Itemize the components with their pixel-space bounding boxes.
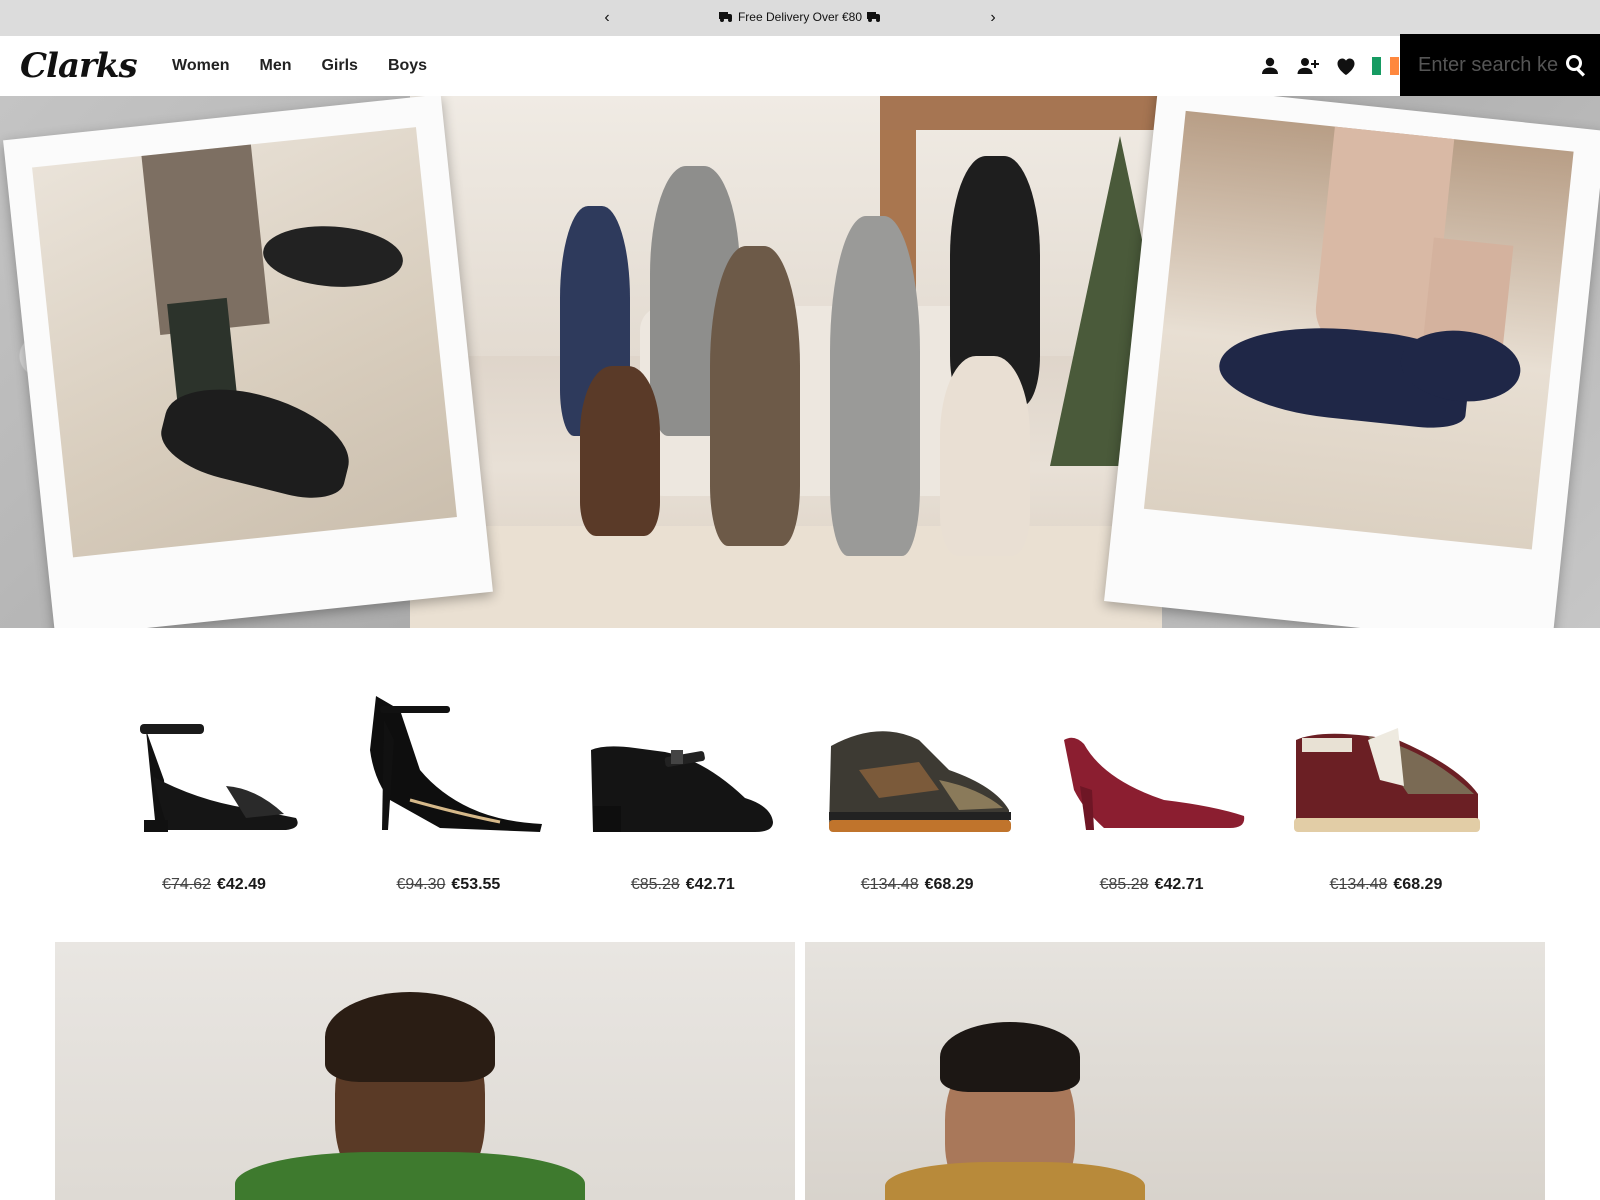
- product-card[interactable]: €85.28 €42.71: [585, 690, 781, 910]
- hero-banner[interactable]: [0, 96, 1600, 628]
- sale-price: €68.29: [924, 876, 974, 893]
- product-price: €85.28 €42.71: [585, 876, 781, 894]
- burgundy-kitten-heel-image: [1063, 737, 1244, 830]
- mens-banner[interactable]: [805, 942, 1545, 1200]
- clarks-logo[interactable]: Clarks: [20, 48, 138, 84]
- search-input[interactable]: [1418, 48, 1558, 82]
- product-carousel: €74.62 €42.49 €94.30 €53.55 €85.28 €42.71: [100, 690, 1500, 910]
- product-price: €134.48 €68.29: [1288, 876, 1484, 894]
- family-group-photo: [410, 96, 1190, 628]
- womens-banner[interactable]: [55, 942, 795, 1200]
- truck-icon: [867, 12, 881, 22]
- account-icon[interactable]: [1258, 54, 1282, 78]
- old-price: €134.48: [860, 876, 919, 893]
- nav-boys[interactable]: Boys: [388, 57, 427, 75]
- nav-girls[interactable]: Girls: [321, 57, 357, 75]
- promo-bar: ‹ Free Delivery Over €80 ›: [0, 0, 1600, 36]
- sale-price: €68.29: [1393, 876, 1443, 893]
- search-icon[interactable]: [1564, 53, 1588, 77]
- patterned-sweater: [885, 1162, 1145, 1200]
- product-price: €74.62 €42.49: [116, 876, 312, 894]
- product-price: €85.28 €42.71: [1054, 876, 1250, 894]
- braided-hair: [325, 992, 495, 1082]
- green-jacket: [235, 1152, 585, 1200]
- sale-price: €42.71: [1154, 876, 1204, 893]
- product-card[interactable]: €85.28 €42.71: [1054, 690, 1250, 910]
- product-card[interactable]: €134.48 €68.29: [1288, 690, 1484, 910]
- promo-text: Free Delivery Over €80: [737, 10, 863, 24]
- old-price: €134.48: [1329, 876, 1388, 893]
- old-price: €85.28: [1099, 876, 1149, 893]
- promo-message: Free Delivery Over €80: [700, 10, 900, 24]
- wishlist-heart-icon[interactable]: [1334, 54, 1358, 78]
- register-icon[interactable]: [1296, 54, 1320, 78]
- dark-hair: [940, 1022, 1080, 1092]
- black-mary-jane-image: [590, 746, 773, 832]
- sale-price: €53.55: [451, 876, 501, 893]
- promo-prev-button[interactable]: ‹: [597, 8, 617, 28]
- black-block-heel-sandal-image: [140, 724, 298, 832]
- brown-hiking-boot-image: [829, 731, 1012, 832]
- old-price: €74.62: [162, 876, 211, 893]
- product-card[interactable]: €134.48 €68.29: [819, 690, 1015, 910]
- mens-brogue-photo: [3, 96, 493, 628]
- black-patent-stiletto-image: [370, 696, 543, 832]
- nav-men[interactable]: Men: [259, 57, 291, 75]
- product-price: €94.30 €53.55: [350, 876, 546, 894]
- product-card[interactable]: €94.30 €53.55: [350, 690, 546, 910]
- site-header: Clarks Women Men Girls Boys: [0, 36, 1600, 96]
- main-nav: Women Men Girls Boys: [172, 36, 427, 96]
- navy-court-shoe-photo: [1104, 96, 1600, 628]
- nav-women[interactable]: Women: [172, 57, 229, 75]
- search-box: [1400, 34, 1600, 96]
- sale-price: €42.49: [217, 876, 266, 893]
- ireland-flag-icon[interactable]: [1372, 57, 1399, 75]
- wallabee-boot-image: [1293, 728, 1480, 832]
- old-price: €94.30: [396, 876, 446, 893]
- header-icons: [1258, 54, 1399, 78]
- truck-icon: [718, 12, 733, 22]
- promo-next-button[interactable]: ›: [983, 8, 1003, 28]
- product-card[interactable]: €74.62 €42.49: [116, 690, 312, 910]
- sale-price: €42.71: [685, 876, 735, 893]
- product-price: €134.48 €68.29: [819, 876, 1015, 894]
- old-price: €85.28: [630, 876, 680, 893]
